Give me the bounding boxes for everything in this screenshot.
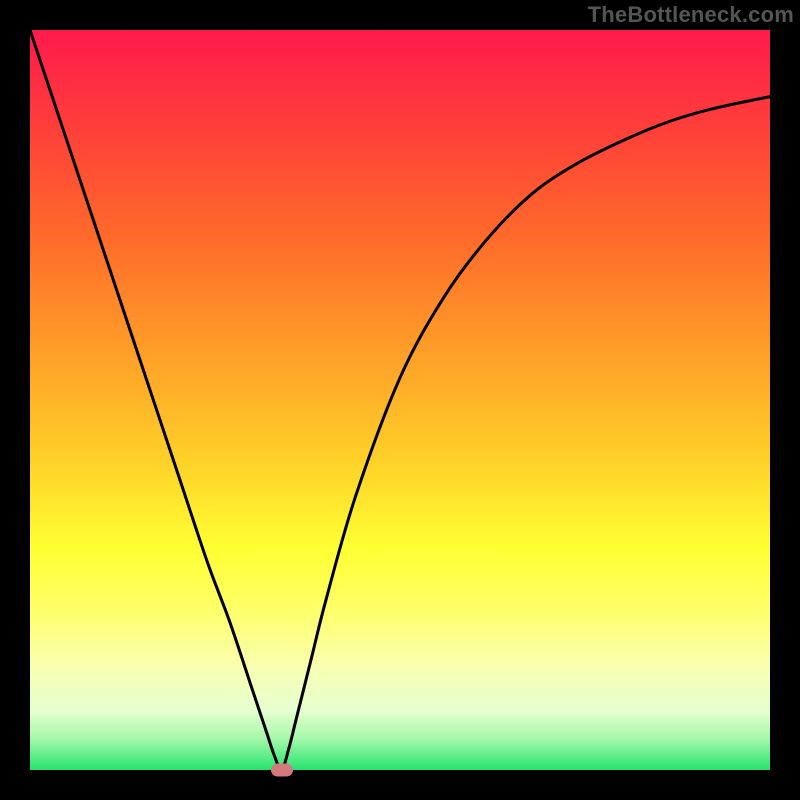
minimum-marker — [271, 764, 293, 777]
chart-frame: TheBottleneck.com — [0, 0, 800, 800]
bottleneck-curve — [30, 30, 770, 770]
watermark-text: TheBottleneck.com — [588, 2, 794, 28]
plot-area — [30, 30, 770, 770]
